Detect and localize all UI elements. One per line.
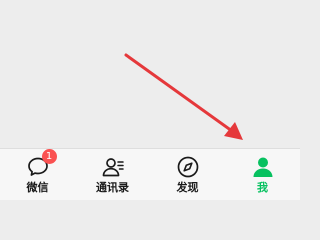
tab-chats[interactable]: 1 微信 (0, 149, 75, 200)
tab-chats-label: 微信 (26, 181, 49, 194)
unread-badge: 1 (41, 149, 57, 164)
tab-contacts-label: 通讯录 (96, 181, 129, 194)
tab-discover[interactable]: 发现 (150, 149, 225, 200)
tab-me-label: 我 (257, 181, 268, 194)
tab-discover-label: 发现 (176, 181, 199, 194)
arrow-shaft (124, 53, 234, 133)
compass-icon (176, 155, 200, 179)
bottom-tab-bar: 1 微信 通讯录 发现 我 (0, 148, 300, 200)
wechat-screen: 1 微信 通讯录 发现 我 (0, 0, 300, 200)
arrow-head (224, 122, 243, 140)
tab-contacts[interactable]: 通讯录 (75, 149, 150, 200)
person-icon (251, 155, 275, 179)
contacts-icon (101, 155, 125, 179)
tab-me[interactable]: 我 (225, 149, 300, 200)
chat-bubble-icon: 1 (26, 149, 57, 179)
